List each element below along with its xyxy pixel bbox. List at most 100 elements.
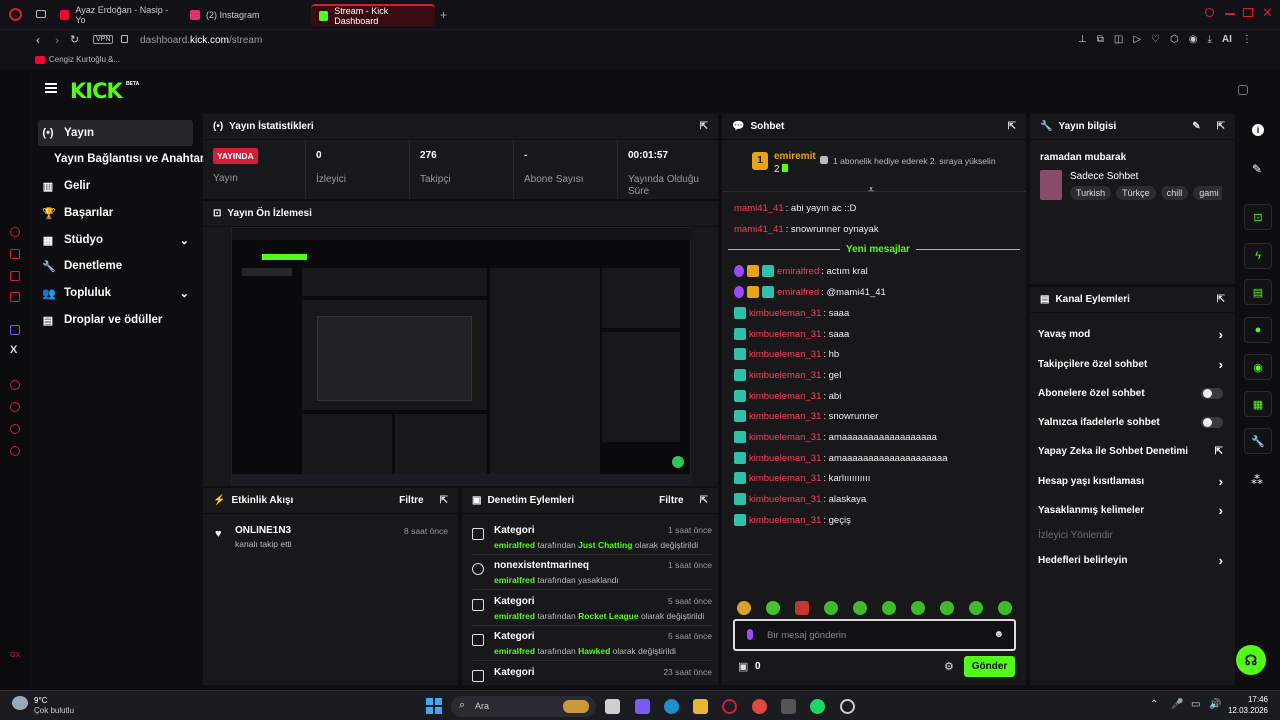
tag[interactable]: gami <box>1193 186 1222 200</box>
tab-kick-dashboard[interactable]: Stream - Kick Dashboard <box>311 4 435 26</box>
chat-username[interactable]: kimbueleman_31 <box>749 349 821 360</box>
chat-bubble-icon[interactable]: ● <box>1244 317 1272 343</box>
chat-username[interactable]: kimbueleman_31 <box>749 453 821 464</box>
gifter-name[interactable]: emiremit <box>774 151 816 162</box>
info-icon[interactable]: i <box>1252 124 1264 136</box>
emote-icon[interactable] <box>737 601 751 615</box>
sidebar-messenger-icon[interactable] <box>10 271 20 281</box>
opera-gx-icon[interactable] <box>722 699 737 714</box>
edit-icon[interactable]: ✎ <box>1252 162 1262 176</box>
chat-settings-icon[interactable]: ⚙ <box>944 660 954 673</box>
hamburger-menu-icon[interactable] <box>45 83 57 93</box>
emote-icon[interactable] <box>795 601 809 615</box>
sidebar-app-icon[interactable] <box>10 292 20 302</box>
tag[interactable]: Türkçe <box>1116 186 1156 200</box>
snapshot-icon[interactable]: ⧉ <box>1097 34 1104 45</box>
nav-item-denetleme[interactable]: 🔧 Denetleme <box>38 253 193 279</box>
nav-item-basarilar[interactable]: 🏆 Başarılar <box>38 200 193 226</box>
network-icon[interactable]: ▭ <box>1191 699 1200 710</box>
action-set-goals[interactable]: Hedefleri belirleyin › <box>1038 549 1223 571</box>
profile-icon[interactable]: ◉ <box>1189 34 1198 45</box>
action-subscribers-only[interactable]: Abonelere özel sohbet <box>1038 382 1223 404</box>
action-banned-words[interactable]: Yasaklanmış kelimeler › <box>1038 499 1223 521</box>
action-ai-moderation[interactable]: Yapay Zeka ile Sohbet Denetimi ⇱ <box>1038 440 1223 462</box>
moderator-name[interactable]: emiralfred <box>494 611 535 621</box>
sidebar-app-icon[interactable] <box>10 249 20 259</box>
emote-icon[interactable] <box>969 601 983 615</box>
action-slow-mode[interactable]: Yavaş mod › <box>1038 323 1223 345</box>
minimize-icon[interactable] <box>1225 13 1235 15</box>
file-explorer-icon[interactable] <box>693 699 708 714</box>
chat-username[interactable]: kimbueleman_31 <box>749 308 821 319</box>
emote-icon[interactable] <box>824 601 838 615</box>
subscribers-only-toggle[interactable] <box>1201 387 1223 399</box>
back-icon[interactable]: ‹ <box>36 33 40 47</box>
moderator-name[interactable]: emiralfred <box>494 575 535 585</box>
bolt-icon[interactable]: ϟ <box>1244 243 1272 269</box>
vpn-badge[interactable]: VPN <box>93 35 114 44</box>
nav-item-yayin[interactable]: (•) Yayın <box>38 120 193 146</box>
broadcast-icon[interactable]: ◉ <box>1244 354 1272 380</box>
nav-item-topluluk[interactable]: 👥 Topluluk ⌄ <box>38 280 193 306</box>
emote-icon[interactable] <box>998 601 1012 615</box>
popout-icon[interactable]: ⇱ <box>1217 121 1225 132</box>
app-icon[interactable] <box>840 699 855 714</box>
x-icon[interactable]: X <box>10 344 17 356</box>
menu-icon[interactable]: ⋮ <box>1242 34 1252 45</box>
notifications-icon[interactable] <box>1238 85 1248 95</box>
url-field[interactable]: dashboard.kick.com/stream <box>140 35 262 46</box>
stream-preview-video[interactable] <box>231 227 692 486</box>
moderation-row[interactable]: Kategori emiralfred tarafından Rocket Le… <box>472 596 712 626</box>
edge-icon[interactable] <box>664 699 679 714</box>
kick-logo[interactable]: KICK <box>70 79 123 103</box>
action-account-age[interactable]: Hesap yaşı kısıtlaması › <box>1038 470 1223 492</box>
chat-username[interactable]: emiralfred <box>777 287 819 298</box>
search-tabs-icon[interactable] <box>1205 8 1214 17</box>
settings-icon[interactable] <box>10 446 20 456</box>
sidebar-app-icon[interactable] <box>10 424 20 434</box>
clock-time[interactable]: 17:46 <box>1238 695 1268 704</box>
screenshot-icon[interactable]: ◫ <box>1114 34 1123 45</box>
heart-icon[interactable]: ♡ <box>1151 34 1160 45</box>
ai-button[interactable]: AI <box>1222 34 1232 45</box>
copilot-icon[interactable] <box>635 699 650 714</box>
filter-button[interactable]: Filtre <box>659 495 683 506</box>
extensions-icon[interactable]: ⬡ <box>1170 34 1179 45</box>
play-icon[interactable]: ▷ <box>1133 34 1141 45</box>
moderator-name[interactable]: emiralfred <box>494 540 535 550</box>
notes-icon[interactable]: ▤ <box>1244 279 1272 305</box>
chat-username[interactable]: kimbueleman_31 <box>749 370 821 381</box>
history-icon[interactable] <box>10 402 20 412</box>
tag[interactable]: Turkish <box>1070 186 1112 200</box>
emote-icon[interactable] <box>940 601 954 615</box>
wrench-icon[interactable]: 🔧 <box>1244 428 1272 454</box>
collapse-icon[interactable]: ⩡ <box>868 184 874 197</box>
emote-icon[interactable] <box>882 601 896 615</box>
lock-icon[interactable] <box>121 35 128 43</box>
edit-icon[interactable]: ✎ <box>1192 121 1200 132</box>
moderation-row[interactable]: nonexistentmarineq emiralfred tarafından… <box>472 560 712 590</box>
action-followers-only[interactable]: Takipçilere özel sohbet › <box>1038 353 1223 375</box>
emote-icon[interactable] <box>911 601 925 615</box>
layout-icon[interactable]: ▦ <box>1244 391 1272 417</box>
action-emotes-only[interactable]: Yalnızca ifadelerle sohbet <box>1038 411 1223 433</box>
popout-icon[interactable]: ⇱ <box>1217 294 1225 305</box>
more-actions-icon[interactable]: ⁂ <box>1251 473 1263 487</box>
tab-overview-icon[interactable] <box>36 10 46 18</box>
tab-youtube[interactable]: Ayaz Erdoğan - Nasip - Yo <box>52 4 182 26</box>
moderator-name[interactable]: emiralfred <box>494 646 535 656</box>
popout-icon[interactable]: ⇱ <box>440 495 448 506</box>
close-icon[interactable]: ✕ <box>1262 5 1273 21</box>
sidebar-app-icon[interactable] <box>10 227 20 237</box>
chat-username[interactable]: kimbueleman_31 <box>749 411 821 422</box>
pin-icon[interactable]: ⊥ <box>1078 34 1087 45</box>
nav-item-droplar[interactable]: ▤ Droplar ve ödüller <box>38 307 193 333</box>
forward-icon[interactable]: › <box>55 33 59 47</box>
volume-icon[interactable]: 🔊 <box>1209 699 1221 710</box>
tag[interactable]: chill <box>1160 186 1189 200</box>
sidebar-app-icon[interactable] <box>10 380 20 390</box>
emote-icon[interactable] <box>853 601 867 615</box>
bookmark-item[interactable]: Cengiz Kurtoğlu &... <box>49 55 120 64</box>
spotify-icon[interactable] <box>810 699 825 714</box>
popout-icon[interactable]: ⇱ <box>700 121 708 132</box>
